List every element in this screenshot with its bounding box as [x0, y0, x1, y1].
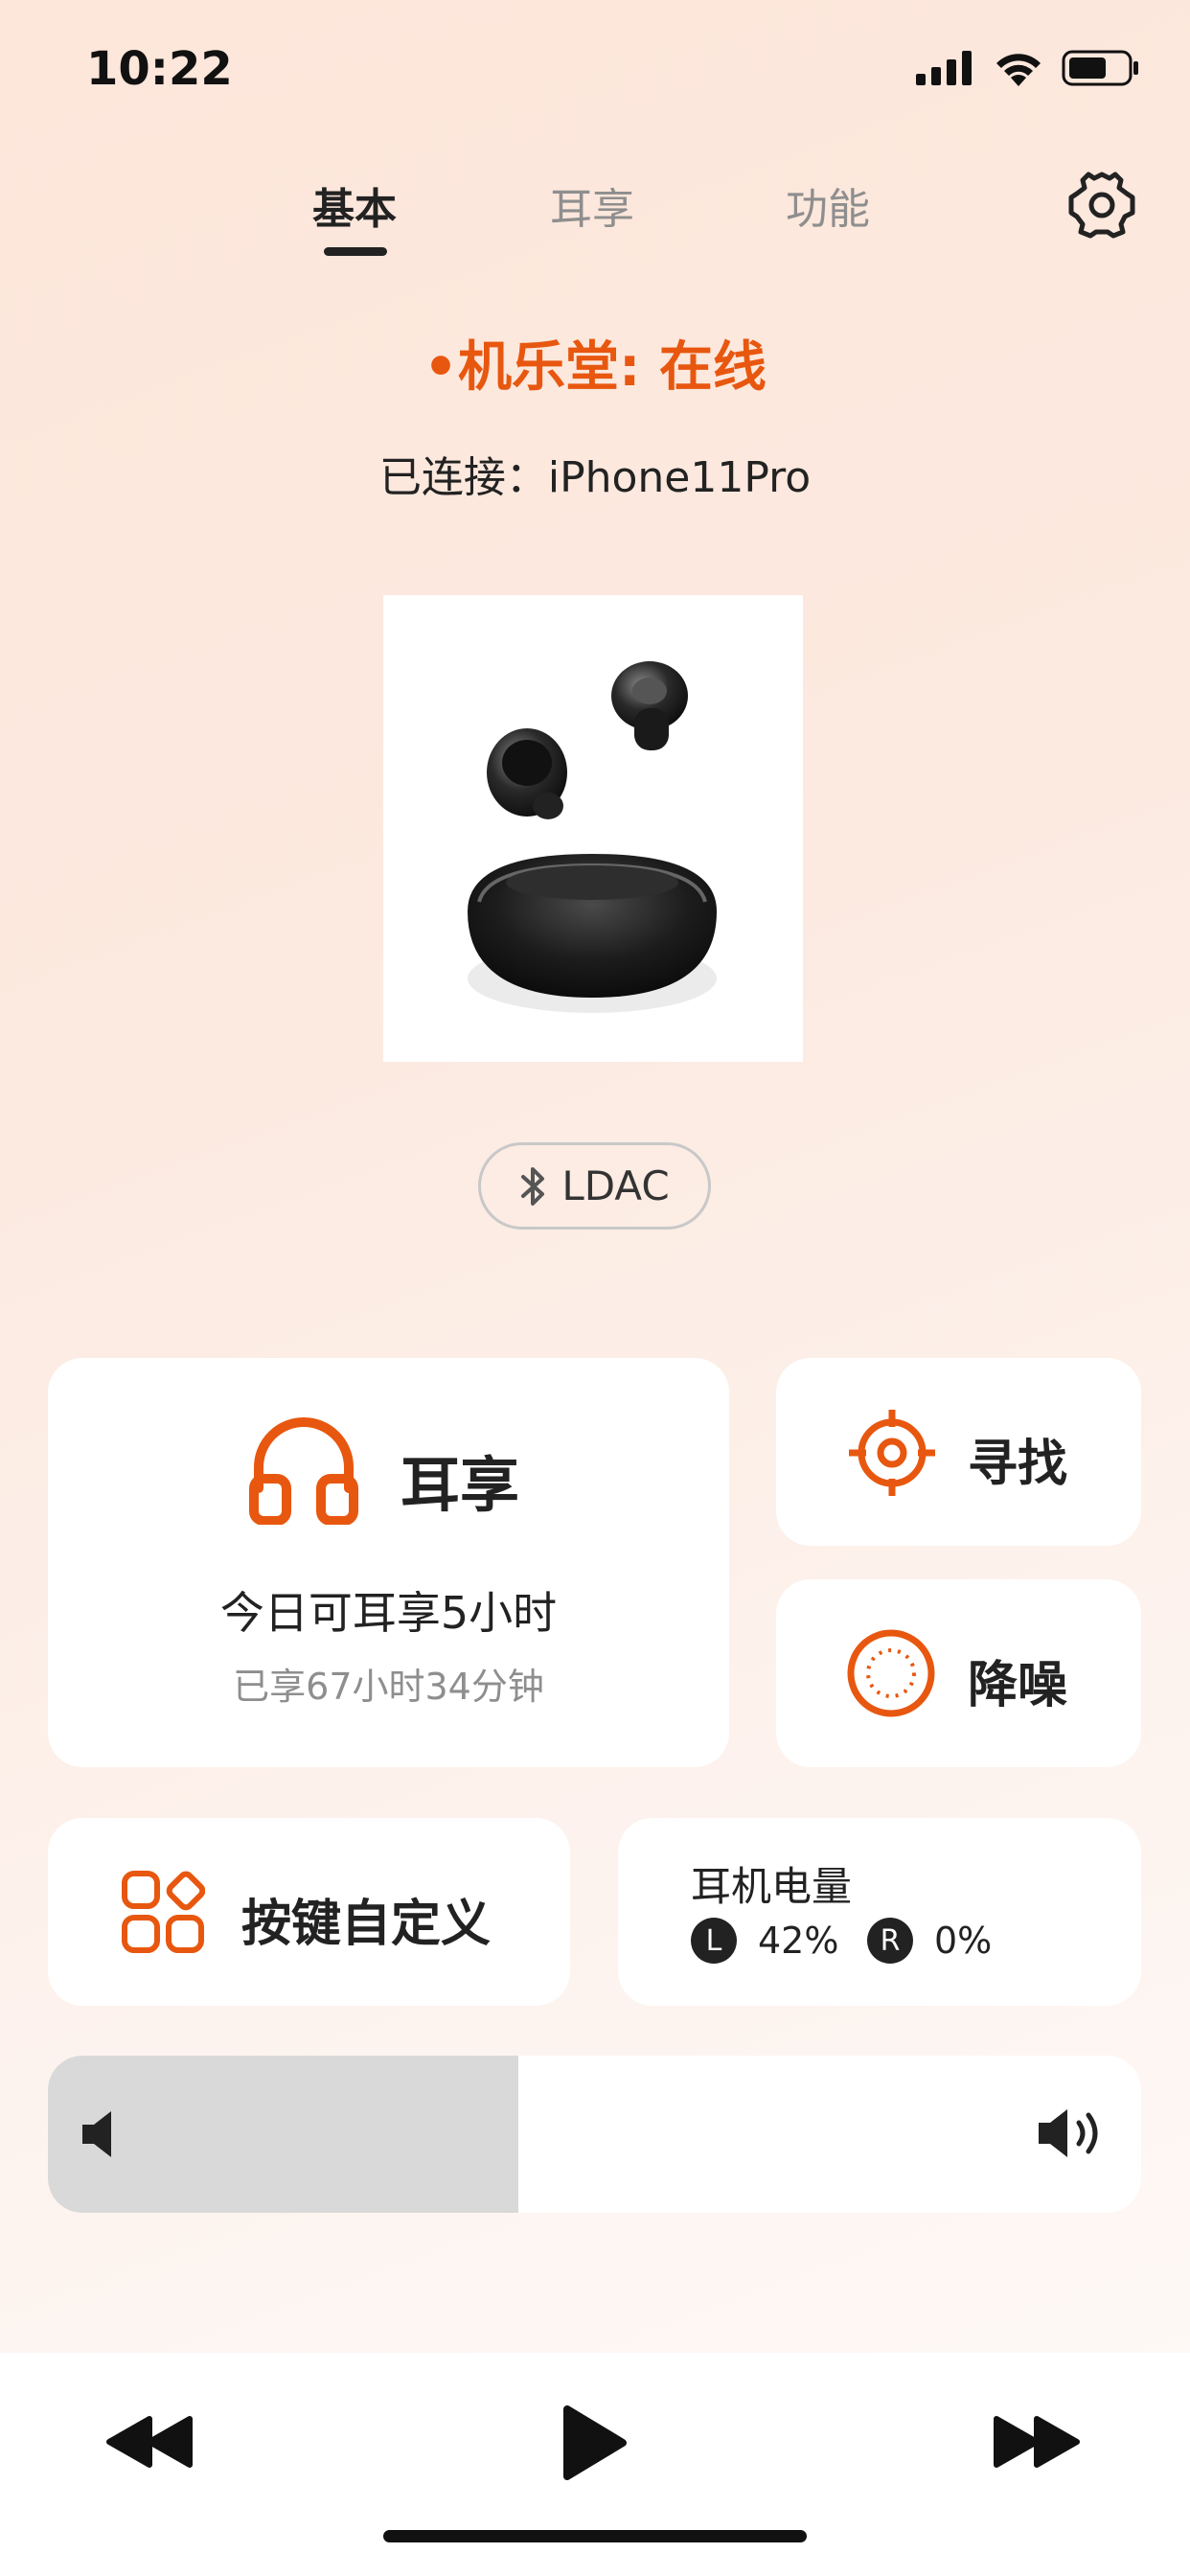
erxiang-card[interactable]: 耳享 今日可耳享5小时 已享67小时34分钟 — [48, 1358, 729, 1767]
tab-indicator — [324, 247, 387, 256]
device-status: •机乐堂: 在线 — [423, 336, 767, 399]
home-indicator — [383, 2530, 807, 2542]
battery-card: 耳机电量 L 42% R 0% — [618, 1818, 1141, 2006]
erxiang-today: 今日可耳享5小时 — [219, 1587, 558, 1639]
codec-badge: LDAC — [478, 1142, 711, 1230]
target-icon — [849, 1410, 935, 1496]
bluetooth-icon — [521, 1166, 545, 1206]
wifi-icon — [996, 54, 1041, 86]
anc-label: 降噪 — [968, 1657, 1068, 1714]
fast-forward-icon[interactable] — [991, 2415, 1081, 2469]
cellular-signal-icon — [916, 51, 972, 85]
codec-label: LDAC — [561, 1162, 670, 1209]
left-badge: L — [691, 1918, 737, 1964]
erxiang-total: 已享67小时34分钟 — [233, 1666, 544, 1708]
play-icon[interactable] — [561, 2404, 629, 2482]
tab-erxiang[interactable]: 耳享 — [550, 174, 634, 236]
battery-title: 耳机电量 — [691, 1863, 853, 1910]
earbuds-image — [383, 595, 803, 1062]
battery-right: R 0% — [867, 1918, 992, 1964]
right-battery-value: 0% — [934, 1920, 993, 1962]
noise-cancel-icon — [847, 1629, 935, 1717]
battery-left: L 42% — [691, 1918, 838, 1964]
left-battery-value: 42% — [758, 1920, 839, 1962]
status-icons — [916, 50, 1140, 86]
find-card[interactable]: 寻找 — [776, 1358, 1141, 1546]
gear-icon[interactable] — [1065, 169, 1138, 242]
rewind-icon[interactable] — [105, 2415, 195, 2469]
anc-card[interactable]: 降噪 — [776, 1579, 1141, 1767]
battery-icon — [1062, 50, 1138, 86]
speaker-low-icon — [82, 2111, 111, 2157]
tab-function[interactable]: 功能 — [786, 174, 870, 236]
tab-basic[interactable]: 基本 — [312, 174, 397, 236]
grid-icon — [122, 1871, 205, 1953]
erxiang-title: 耳享 — [400, 1450, 520, 1520]
key-custom-card[interactable]: 按键自定义 — [48, 1818, 570, 2006]
speaker-high-icon — [1039, 2109, 1098, 2157]
headphones-icon — [249, 1417, 358, 1525]
find-label: 寻找 — [968, 1436, 1068, 1493]
status-time: 10:22 — [86, 42, 233, 96]
right-badge: R — [867, 1918, 913, 1964]
key-custom-label: 按键自定义 — [241, 1896, 492, 1953]
volume-slider[interactable] — [48, 2056, 1141, 2213]
connected-device: 已连接：iPhone11Pro — [378, 453, 812, 502]
